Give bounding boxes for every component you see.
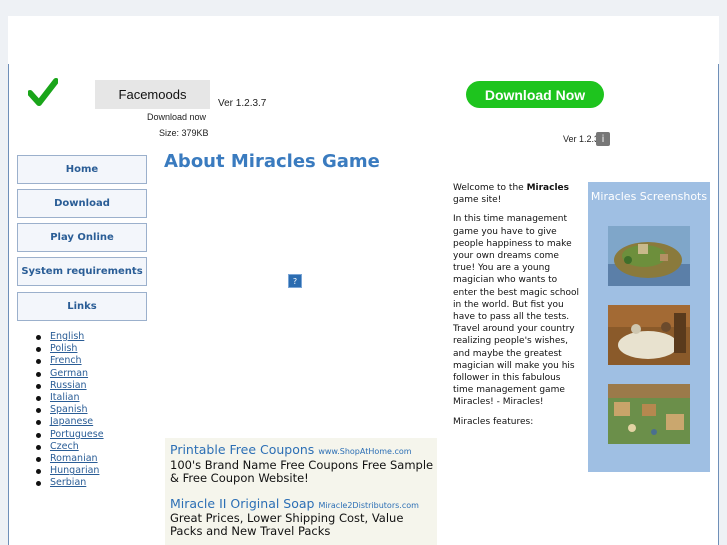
download-now-link[interactable]: Download now (147, 112, 206, 122)
welcome-text: Welcome to the Miracles game site! In th… (453, 182, 580, 435)
language-link-italian[interactable]: Italian (36, 392, 104, 404)
language-link-english[interactable]: English (36, 331, 104, 343)
language-link-german[interactable]: German (36, 368, 104, 380)
ad-title-link[interactable]: Printable Free Coupons www.ShopAtHome.com (170, 442, 412, 457)
help-icon[interactable]: ? (288, 274, 302, 288)
screenshot-thumbnail[interactable] (608, 226, 690, 286)
language-link-hungarian[interactable]: Hungarian (36, 465, 104, 477)
screenshot-thumbnail[interactable] (608, 384, 690, 444)
screenshots-title: Miracles Screenshots (590, 190, 708, 203)
language-link-french[interactable]: French (36, 355, 104, 367)
welcome-paragraph: In this time management game you have to… (453, 214, 579, 408)
top-banner-area (8, 16, 719, 64)
ad-body-text: 100's Brand Name Free Coupons Free Sampl… (170, 458, 434, 485)
ad-title-link[interactable]: Miracle II Original Soap Miracle2Distribu… (170, 496, 419, 511)
language-link-czech[interactable]: Czech (36, 441, 104, 453)
facemoods-button[interactable]: Facemoods (95, 80, 210, 109)
page-title: About Miracles Game (164, 151, 380, 172)
ad-url[interactable]: Miracle2Distributors.com (318, 501, 418, 510)
top-band (0, 0, 727, 16)
language-link-romanian[interactable]: Romanian (36, 453, 104, 465)
info-icon[interactable]: i (596, 132, 610, 146)
download-now-button[interactable]: Download Now (466, 81, 604, 108)
nav-links-button[interactable]: Links (17, 292, 147, 321)
ad-url[interactable]: www.ShopAtHome.com (318, 447, 411, 456)
nav-system-requirements-button[interactable]: System requirements (17, 257, 147, 286)
language-link-japanese[interactable]: Japanese (36, 416, 104, 428)
version-label-right: Ver 1.2.3 (563, 134, 600, 144)
version-label-left: Ver 1.2.3.7 (218, 98, 267, 109)
language-link-portuguese[interactable]: Portuguese (36, 429, 104, 441)
features-heading: Miracles features: (453, 416, 534, 427)
language-link-russian[interactable]: Russian (36, 380, 104, 392)
nav-home-button[interactable]: Home (17, 155, 147, 184)
welcome-intro: Welcome to the Miracles game site! (453, 183, 569, 206)
nav-play-online-button[interactable]: Play Online (17, 223, 147, 252)
checkmark-icon (28, 78, 58, 106)
file-size-label: Size: 379KB (159, 128, 209, 138)
nav-download-button[interactable]: Download (17, 189, 147, 218)
screenshot-thumbnail[interactable] (608, 305, 690, 365)
language-link-polish[interactable]: Polish (36, 343, 104, 355)
language-link-spanish[interactable]: Spanish (36, 404, 104, 416)
language-link-serbian[interactable]: Serbian (36, 477, 104, 489)
language-list: English Polish French German Russian Ita… (36, 331, 104, 490)
ad-body-text: Great Prices, Lower Shipping Cost, Value… (170, 511, 404, 538)
